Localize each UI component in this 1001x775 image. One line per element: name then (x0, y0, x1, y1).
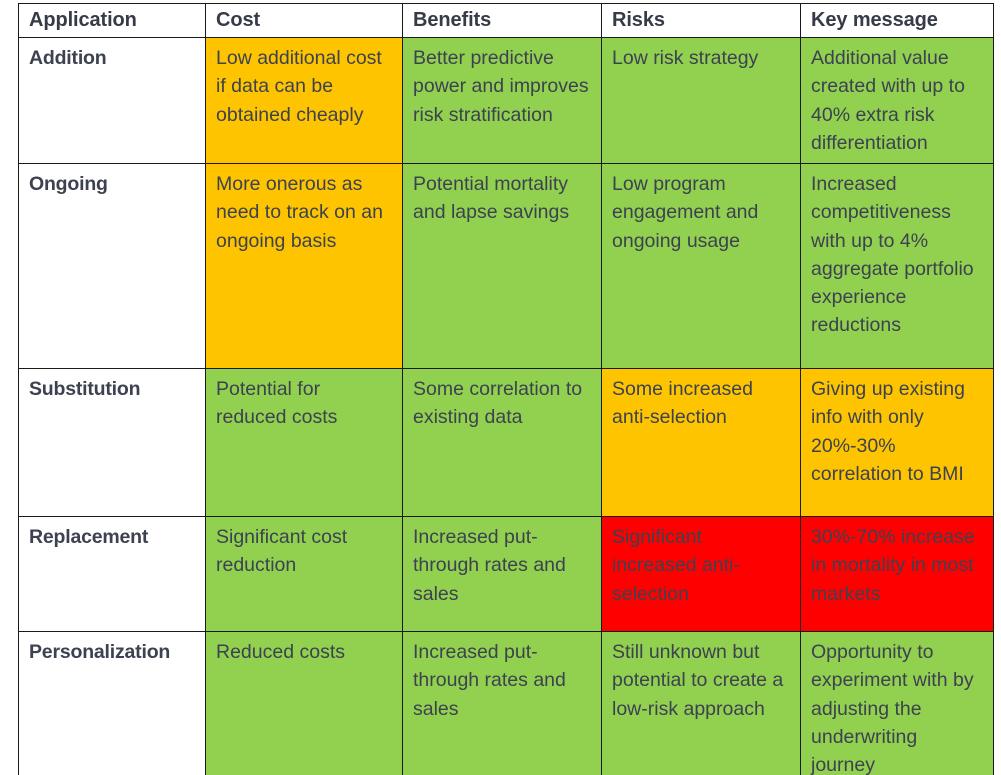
column-header-key-message: Key message (800, 3, 994, 38)
table-sheet: Application Cost Benefits Risks Key mess… (0, 0, 1001, 775)
cell-ongoing-risks: Low program engagement and ongoing usage (601, 163, 801, 370)
table-header-row: Application Cost Benefits Risks Key mess… (18, 3, 994, 38)
cell-substitution-key-message: Giving up existing info with only 20%-30… (800, 368, 994, 518)
cell-substitution-risks: Some increased anti-selection (601, 368, 801, 518)
column-header-application: Application (18, 3, 206, 38)
cell-replacement-key-message: 30%-70% increase in mortality in most ma… (800, 516, 994, 633)
cell-ongoing-benefits: Potential mortality and lapse savings (402, 163, 602, 370)
cell-substitution-benefits: Some correlation to existing data (402, 368, 602, 518)
table-row: Substitution Potential for reduced costs… (18, 368, 994, 518)
row-header-addition: Addition (18, 36, 206, 165)
cell-addition-benefits: Better predictive power and improves ris… (402, 36, 602, 165)
row-header-replacement: Replacement (18, 516, 206, 633)
cell-substitution-cost: Potential for reduced costs (205, 368, 403, 518)
application-assessment-table: Application Cost Benefits Risks Key mess… (18, 3, 994, 775)
cell-replacement-risks: Significant increased anti-selection (601, 516, 801, 633)
cell-addition-cost: Low additional cost if data can be obtai… (205, 36, 403, 165)
table-row: Personalization Reduced costs Increased … (18, 631, 994, 775)
cell-personalization-cost: Reduced costs (205, 631, 403, 775)
cell-ongoing-cost: More onerous as need to track on an ongo… (205, 163, 403, 370)
row-header-substitution: Substitution (18, 368, 206, 518)
column-header-benefits: Benefits (402, 3, 602, 38)
table-row: Ongoing More onerous as need to track on… (18, 163, 994, 370)
cell-personalization-benefits: Increased put-through rates and sales (402, 631, 602, 775)
cell-replacement-benefits: Increased put-through rates and sales (402, 516, 602, 633)
table-row: Replacement Significant cost reduction I… (18, 516, 994, 633)
table-row: Addition Low additional cost if data can… (18, 36, 994, 165)
cell-ongoing-key-message: Increased competitiveness with up to 4% … (800, 163, 994, 370)
cell-replacement-cost: Significant cost reduction (205, 516, 403, 633)
cell-addition-key-message: Additional value created with up to 40% … (800, 36, 994, 165)
cell-personalization-risks: Still unknown but potential to create a … (601, 631, 801, 775)
cell-personalization-key-message: Opportunity to experiment with by adjust… (800, 631, 994, 775)
cell-addition-risks: Low risk strategy (601, 36, 801, 165)
column-header-risks: Risks (601, 3, 801, 38)
row-header-personalization: Personalization (18, 631, 206, 775)
column-header-cost: Cost (205, 3, 403, 38)
row-header-ongoing: Ongoing (18, 163, 206, 370)
